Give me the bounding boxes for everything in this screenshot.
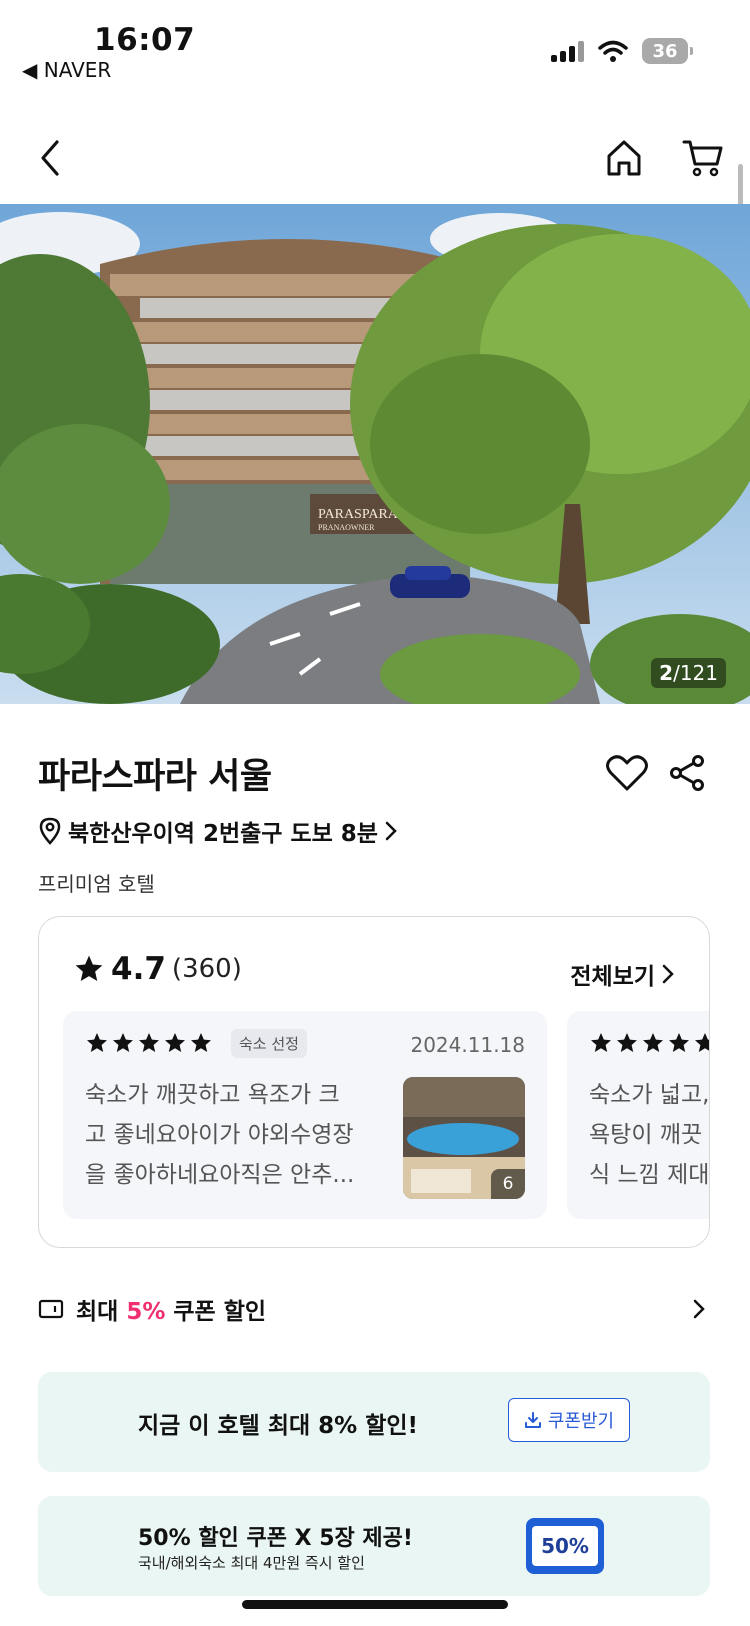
back-to-naver-link[interactable]: ◀ NAVER <box>22 58 111 82</box>
review-text: 숙소가 깨끗하고 욕조가 크 고 좋네요아이가 야외수영장 을 좋아하네요아직은… <box>85 1082 355 1188</box>
heart-icon <box>606 755 648 791</box>
star-icon <box>111 1031 135 1059</box>
hotel-sign-text: PARASPARA <box>318 507 399 522</box>
star-icon <box>641 1031 665 1059</box>
back-button[interactable] <box>30 134 70 182</box>
coupon-promo-banner[interactable]: 50% 할인 쿠폰 X 5장 제공! 국내/해외숙소 최대 4만원 즉시 할인 … <box>38 1496 710 1596</box>
chevron-right-icon <box>385 821 397 841</box>
hotel-discount-banner: 지금 이 호텔 최대 8% 할인! 쿠폰받기 <box>38 1372 710 1472</box>
wifi-icon <box>598 40 628 62</box>
coupon-50-icon: 50% <box>526 1518 604 1574</box>
review-photo[interactable]: 6 <box>403 1077 525 1199</box>
review-stars <box>85 1031 213 1059</box>
chevron-right-icon <box>693 1299 705 1319</box>
coupon-discount-row[interactable]: 최대 5% 쿠폰 할인 <box>38 1292 710 1326</box>
cart-button[interactable] <box>678 134 728 182</box>
status-time: 16:07 <box>94 22 196 58</box>
star-icon <box>589 1031 613 1059</box>
hotel-category: 프리미엄 호텔 <box>38 872 155 896</box>
review-item[interactable]: 숙소가 넓고, 욕탕이 깨끗 식 느낌 제대 <box>567 1011 710 1219</box>
home-icon <box>607 140 641 176</box>
cellular-signal-icon <box>551 40 584 62</box>
download-icon <box>524 1412 541 1428</box>
chevron-left-icon <box>41 140 59 176</box>
location-pin-icon <box>39 817 61 845</box>
star-icon <box>137 1031 161 1059</box>
hotel-name: 파라스파라 서울 <box>38 757 272 797</box>
coupon-discount-label: 최대 5% 쿠폰 할인 <box>76 1299 267 1325</box>
review-date: 2024.11.18 <box>410 1033 525 1057</box>
promo-title: 50% 할인 쿠폰 X 5장 제공! <box>138 1526 413 1551</box>
favorite-button[interactable] <box>604 752 650 794</box>
home-button[interactable] <box>600 134 648 182</box>
share-button[interactable] <box>665 752 709 794</box>
review-item[interactable]: 숙소 선정 2024.11.18 숙소가 깨끗하고 욕조가 크 고 좋네요아이가… <box>63 1011 547 1219</box>
rating-count: (360) <box>171 954 242 984</box>
rating-summary: 4.7 (360) <box>73 951 242 987</box>
get-coupon-button[interactable]: 쿠폰받기 <box>508 1398 630 1442</box>
battery-icon: 36 <box>642 38 693 64</box>
home-indicator <box>242 1600 508 1609</box>
cart-icon <box>682 140 723 177</box>
star-icon <box>85 1031 109 1059</box>
banner-text: 지금 이 호텔 최대 8% 할인! <box>138 1413 419 1439</box>
star-icon <box>163 1031 187 1059</box>
photo-count-badge: 6 <box>491 1169 525 1199</box>
star-icon <box>75 955 103 981</box>
review-card: 4.7 (360) 전체보기 숙소 선정 2024.11.18 숙소가 깨끗하고… <box>38 916 710 1248</box>
coupon-50-label: 50% <box>532 1526 598 1566</box>
star-icon <box>189 1031 213 1059</box>
share-icon <box>670 755 704 791</box>
hotel-photo[interactable]: PARASPARA PRANAOWNER <box>0 204 750 704</box>
get-coupon-label: 쿠폰받기 <box>547 1411 615 1432</box>
review-stars <box>589 1031 709 1059</box>
location-text: 북한산우이역 2번출구 도보 8분 <box>68 821 378 847</box>
hotel-sign-subtext: PRANAOWNER <box>318 523 375 532</box>
star-icon <box>693 1031 709 1059</box>
review-badge: 숙소 선정 <box>231 1029 307 1058</box>
review-text: 숙소가 넓고, 욕탕이 깨끗 식 느낌 제대 <box>589 1082 710 1188</box>
coupon-icon <box>38 1299 64 1319</box>
view-all-label: 전체보기 <box>570 964 655 990</box>
promo-subtitle: 국내/해외숙소 최대 4만원 즉시 할인 <box>138 1554 365 1572</box>
photo-counter: 2/121 <box>651 658 726 688</box>
star-icon <box>667 1031 691 1059</box>
chevron-right-icon <box>662 964 674 984</box>
view-all-reviews-button[interactable]: 전체보기 <box>570 957 675 991</box>
location-link[interactable]: 북한산우이역 2번출구 도보 8분 <box>38 814 398 848</box>
star-icon <box>615 1031 639 1059</box>
rating-value: 4.7 <box>111 951 166 987</box>
status-icons: 36 <box>551 38 693 64</box>
